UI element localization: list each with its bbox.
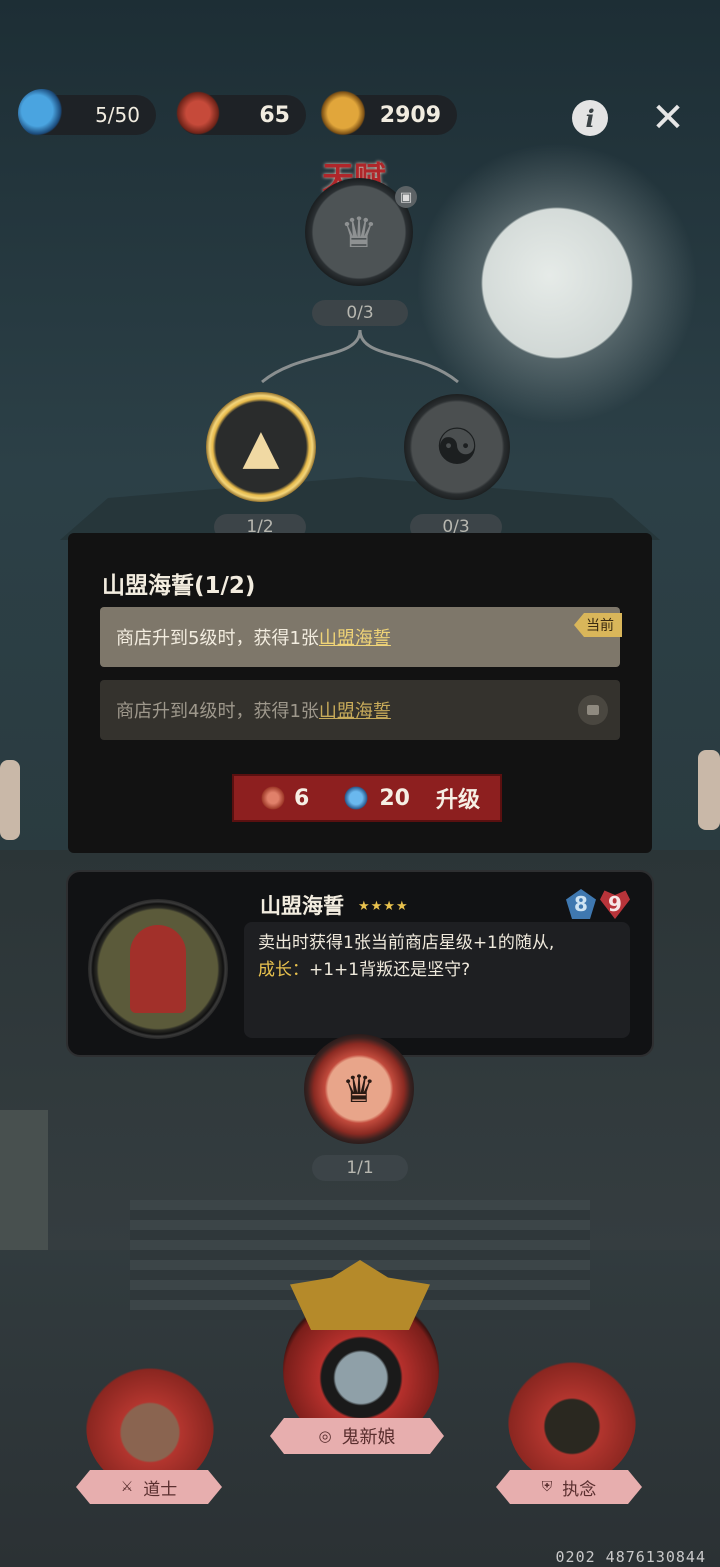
- popup-title: 山盟海誓(1/2): [102, 573, 256, 599]
- growth-label: 成长：: [258, 960, 309, 980]
- hood-icon: ▲: [242, 419, 280, 475]
- hero-portrait-right[interactable]: [508, 1356, 636, 1484]
- cost-potion: 20: [379, 785, 410, 811]
- lantern-left: [0, 760, 20, 840]
- star-rating: ★★★★: [358, 899, 409, 914]
- current-tag: 当前: [574, 613, 622, 637]
- card-portrait: [88, 899, 228, 1039]
- lantern-right: [698, 750, 720, 830]
- upgrade-button[interactable]: 6 20 升级: [232, 774, 502, 822]
- lock-icon: ▣: [395, 186, 417, 208]
- info-icon: i: [585, 103, 595, 133]
- upgrade-label: 升级: [435, 788, 480, 813]
- chain-icon: [260, 785, 286, 811]
- close-icon: ✕: [651, 95, 685, 141]
- talent-node-crown[interactable]: ♛: [304, 1034, 414, 1144]
- tree-connector: [261, 329, 459, 384]
- attack-badge: 8: [566, 889, 596, 919]
- hooded-figure-icon: [130, 925, 186, 1013]
- potion-counter[interactable]: 5/50: [18, 89, 156, 137]
- info-button[interactable]: i: [572, 100, 608, 136]
- card-name: 山盟海誓: [260, 894, 344, 918]
- talent-level-row-current[interactable]: 商店升到5级时，获得1张 山盟海誓 当前: [100, 607, 622, 667]
- health-badge: 9: [600, 889, 630, 919]
- growth-text: +1+1背叛还是坚守?: [309, 960, 471, 980]
- goddess-icon: ♛: [340, 207, 378, 257]
- headdress: [290, 1260, 430, 1330]
- hero-tab-center[interactable]: ◎ 鬼新娘: [270, 1418, 444, 1454]
- desc-line-2: 成长：+1+1背叛还是坚守?: [258, 957, 620, 984]
- footer-id: 0202 4876130844: [555, 1548, 706, 1566]
- card-link[interactable]: 山盟海誓: [319, 624, 391, 650]
- talent-count-bottom: 1/1: [312, 1155, 408, 1181]
- hero-tab-right[interactable]: ⛨ 执念: [496, 1470, 642, 1504]
- hero-name-center: 鬼新娘: [341, 1427, 396, 1448]
- talent-node-yinyang[interactable]: ☯: [404, 394, 510, 500]
- shield-icon: ⛨: [541, 1479, 553, 1495]
- potion-count: 5/50: [95, 103, 140, 127]
- health-value: 9: [608, 892, 622, 916]
- chain-counter[interactable]: 65: [174, 89, 306, 137]
- chain-count: 65: [259, 102, 290, 128]
- face-icon: ◎: [318, 1427, 332, 1445]
- stone-lantern: [0, 1110, 48, 1250]
- coin-count: 2909: [379, 102, 441, 128]
- lock-icon: [578, 695, 608, 725]
- attack-value: 8: [574, 892, 588, 916]
- desc-line-1: 卖出时获得1张当前商店星级+1的随从,: [258, 933, 555, 953]
- crown-icon: ♛: [341, 1067, 377, 1111]
- talent-level-row-locked[interactable]: 商店升到4级时，获得1张 山盟海誓: [100, 680, 620, 740]
- hero-name-left: 道士: [143, 1479, 178, 1500]
- hero-name-right: 执念: [562, 1479, 597, 1500]
- cost-chain: 6: [294, 785, 310, 811]
- row-text: 商店升到4级时，获得1张: [116, 701, 319, 722]
- close-button[interactable]: ✕: [648, 95, 688, 141]
- coin-icon: [319, 89, 367, 137]
- coin-counter[interactable]: 2909: [319, 89, 457, 137]
- card-link[interactable]: 山盟海誓: [319, 697, 391, 723]
- temple-roof: [60, 477, 660, 540]
- yin-yang-icon: ☯: [434, 418, 480, 476]
- sword-icon: ⚔: [120, 1479, 134, 1495]
- talent-popup: 山盟海誓(1/2) 商店升到5级时，获得1张 山盟海誓 当前 商店升到4级时，获…: [68, 533, 652, 853]
- talent-node-top[interactable]: ♛ ▣: [305, 178, 417, 286]
- chain-icon: [174, 89, 222, 137]
- potion-icon: [18, 89, 66, 137]
- card-detail: 山盟海誓 ★★★★ 8 9 卖出时获得1张当前商店星级+1的随从, 成长：+1+…: [66, 870, 654, 1057]
- row-text: 商店升到5级时，获得1张: [116, 628, 319, 649]
- card-description-box: 卖出时获得1张当前商店星级+1的随从, 成长：+1+1背叛还是坚守?: [244, 922, 630, 1038]
- talent-node-hood[interactable]: ▲: [206, 392, 316, 502]
- hero-tab-left[interactable]: ⚔ 道士: [76, 1470, 222, 1504]
- potion-icon: [343, 785, 370, 811]
- card-description: 卖出时获得1张当前商店星级+1的随从, 成长：+1+1背叛还是坚守?: [258, 930, 620, 984]
